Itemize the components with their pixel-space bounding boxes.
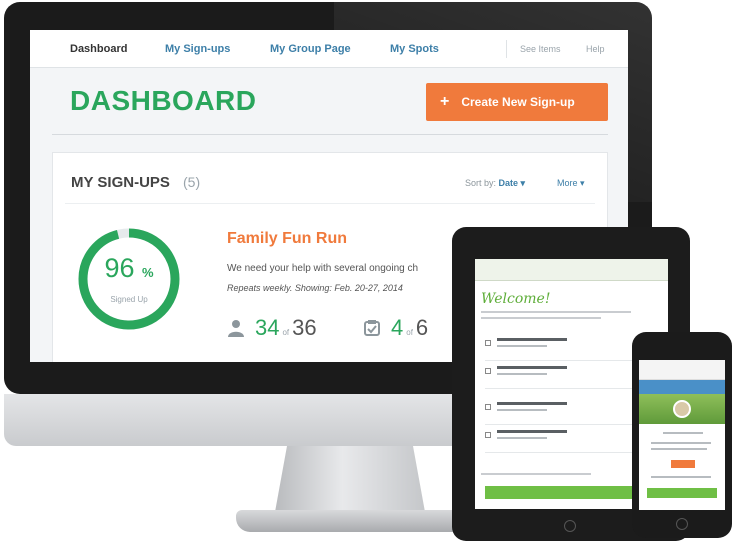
signup-description: We need your help with several ongoing c… xyxy=(227,263,419,274)
phone-text-line xyxy=(651,448,707,450)
tablet-welcome-heading: Welcome! xyxy=(481,291,551,307)
nav-dashboard[interactable]: Dashboard xyxy=(70,43,127,55)
nav-my-group-page[interactable]: My Group Page xyxy=(270,43,351,55)
phone-text-line xyxy=(651,476,711,478)
slots-icon xyxy=(364,320,380,336)
phone-avatar xyxy=(673,400,691,418)
top-nav: Dashboard My Sign-ups My Group Page My S… xyxy=(30,30,628,68)
imac-stand xyxy=(275,446,425,512)
plus-icon: + xyxy=(440,93,450,110)
create-signup-button[interactable]: + Create New Sign-up xyxy=(426,83,608,121)
phone-status-bar xyxy=(639,360,725,380)
progress-percent-sign: % xyxy=(142,265,154,280)
phone-submit-button[interactable] xyxy=(647,488,717,498)
device-mockup: Dashboard My Sign-ups My Group Page My S… xyxy=(0,0,735,545)
nav-my-signups[interactable]: My Sign-ups xyxy=(165,43,230,55)
slots-of: of xyxy=(406,328,413,337)
card-divider xyxy=(65,203,595,204)
phone-text-line xyxy=(663,432,703,434)
signups-count: (5) xyxy=(183,174,201,190)
phone-signup-button[interactable] xyxy=(671,460,695,468)
sort-control[interactable]: Sort by: Date ▾ xyxy=(465,178,525,189)
slots-filled: 4 xyxy=(391,315,404,340)
phone-screen xyxy=(639,360,725,510)
tablet-text-line xyxy=(481,317,601,319)
tablet-header xyxy=(475,259,668,281)
phone-text-line xyxy=(651,442,711,444)
people-filled: 34 xyxy=(255,315,280,340)
sort-label: Sort by: xyxy=(465,178,497,188)
more-dropdown[interactable]: More ▾ xyxy=(557,178,585,189)
person-icon xyxy=(228,320,244,337)
progress-percent: 96 % xyxy=(75,253,183,284)
signups-card-title: MY SIGN-UPS xyxy=(71,174,170,191)
slots-stat: 4 of 6 xyxy=(391,315,428,341)
tablet-text-line xyxy=(481,473,591,475)
nav-see-items[interactable]: See Items xyxy=(520,44,561,54)
phone-title-bar xyxy=(639,380,725,394)
ipad-home-button xyxy=(564,520,576,532)
signup-repeat-info: Repeats weekly. Showing: Feb. 20-27, 201… xyxy=(227,283,403,293)
people-total: 36 xyxy=(292,315,317,340)
nav-divider xyxy=(506,40,507,58)
progress-percent-value: 96 xyxy=(104,253,135,283)
nav-my-spots[interactable]: My Spots xyxy=(390,43,439,55)
iphone-home-button xyxy=(676,518,688,530)
title-divider xyxy=(52,134,608,135)
nav-help[interactable]: Help xyxy=(586,44,605,54)
people-of: of xyxy=(282,328,290,337)
imac-foot xyxy=(236,510,466,532)
sort-value: Date ▾ xyxy=(498,178,526,188)
slots-total: 6 xyxy=(415,315,429,340)
page-title: DASHBOARD xyxy=(70,85,257,116)
tablet-text-line xyxy=(481,311,631,313)
progress-label: Signed Up xyxy=(110,295,148,304)
people-stat: 34 of 36 xyxy=(255,315,317,341)
signup-title-link[interactable]: Family Fun Run xyxy=(227,230,347,248)
create-signup-label: Create New Sign-up xyxy=(461,95,575,109)
